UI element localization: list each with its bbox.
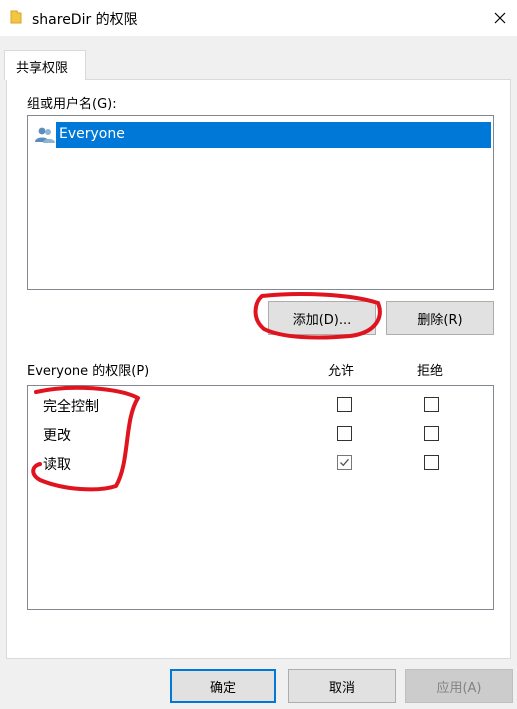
add-button[interactable]: 添加(D)... — [268, 301, 376, 335]
close-button[interactable] — [482, 0, 517, 36]
list-item-everyone[interactable]: Everyone — [33, 122, 491, 148]
allow-header: 允许 — [328, 364, 355, 379]
deny-header: 拒绝 — [417, 364, 444, 379]
group-list-label: 组或用户名(G): — [27, 97, 117, 112]
cancel-button-label: 取消 — [328, 680, 355, 696]
remove-button[interactable]: 删除(R) — [386, 301, 494, 335]
users-group-icon — [35, 127, 55, 143]
permissions-label: Everyone 的权限(P) — [27, 364, 150, 379]
close-icon — [494, 12, 505, 24]
tab-share-permissions[interactable]: 共享权限 — [4, 50, 86, 80]
folder-icon — [10, 10, 22, 24]
remove-button-label: 删除(R) — [417, 312, 463, 328]
ok-button-label: 确定 — [209, 680, 236, 696]
tab-label: 共享权限 — [16, 61, 69, 76]
group-user-list[interactable]: Everyone — [27, 115, 494, 290]
apply-button: 应用(A) — [405, 669, 513, 703]
apply-button-label: 应用(A) — [436, 680, 482, 696]
full-control-deny-checkbox[interactable] — [424, 397, 439, 412]
cancel-button[interactable]: 取消 — [288, 669, 396, 703]
permission-read: 读取 — [43, 457, 71, 473]
window-title: shareDir 的权限 — [32, 12, 138, 28]
title-bar: shareDir 的权限 — [0, 0, 517, 36]
change-deny-checkbox[interactable] — [424, 426, 439, 441]
read-deny-checkbox[interactable] — [424, 455, 439, 470]
permissions-list — [27, 385, 494, 610]
permission-change: 更改 — [43, 428, 71, 444]
read-allow-checkbox[interactable] — [337, 455, 352, 470]
full-control-allow-checkbox[interactable] — [337, 397, 352, 412]
permission-full-control: 完全控制 — [43, 399, 99, 415]
ok-button[interactable]: 确定 — [170, 669, 276, 703]
add-button-label: 添加(D)... — [292, 312, 352, 328]
user-name: Everyone — [59, 126, 125, 142]
checkmark-icon — [340, 458, 349, 467]
change-allow-checkbox[interactable] — [337, 426, 352, 441]
